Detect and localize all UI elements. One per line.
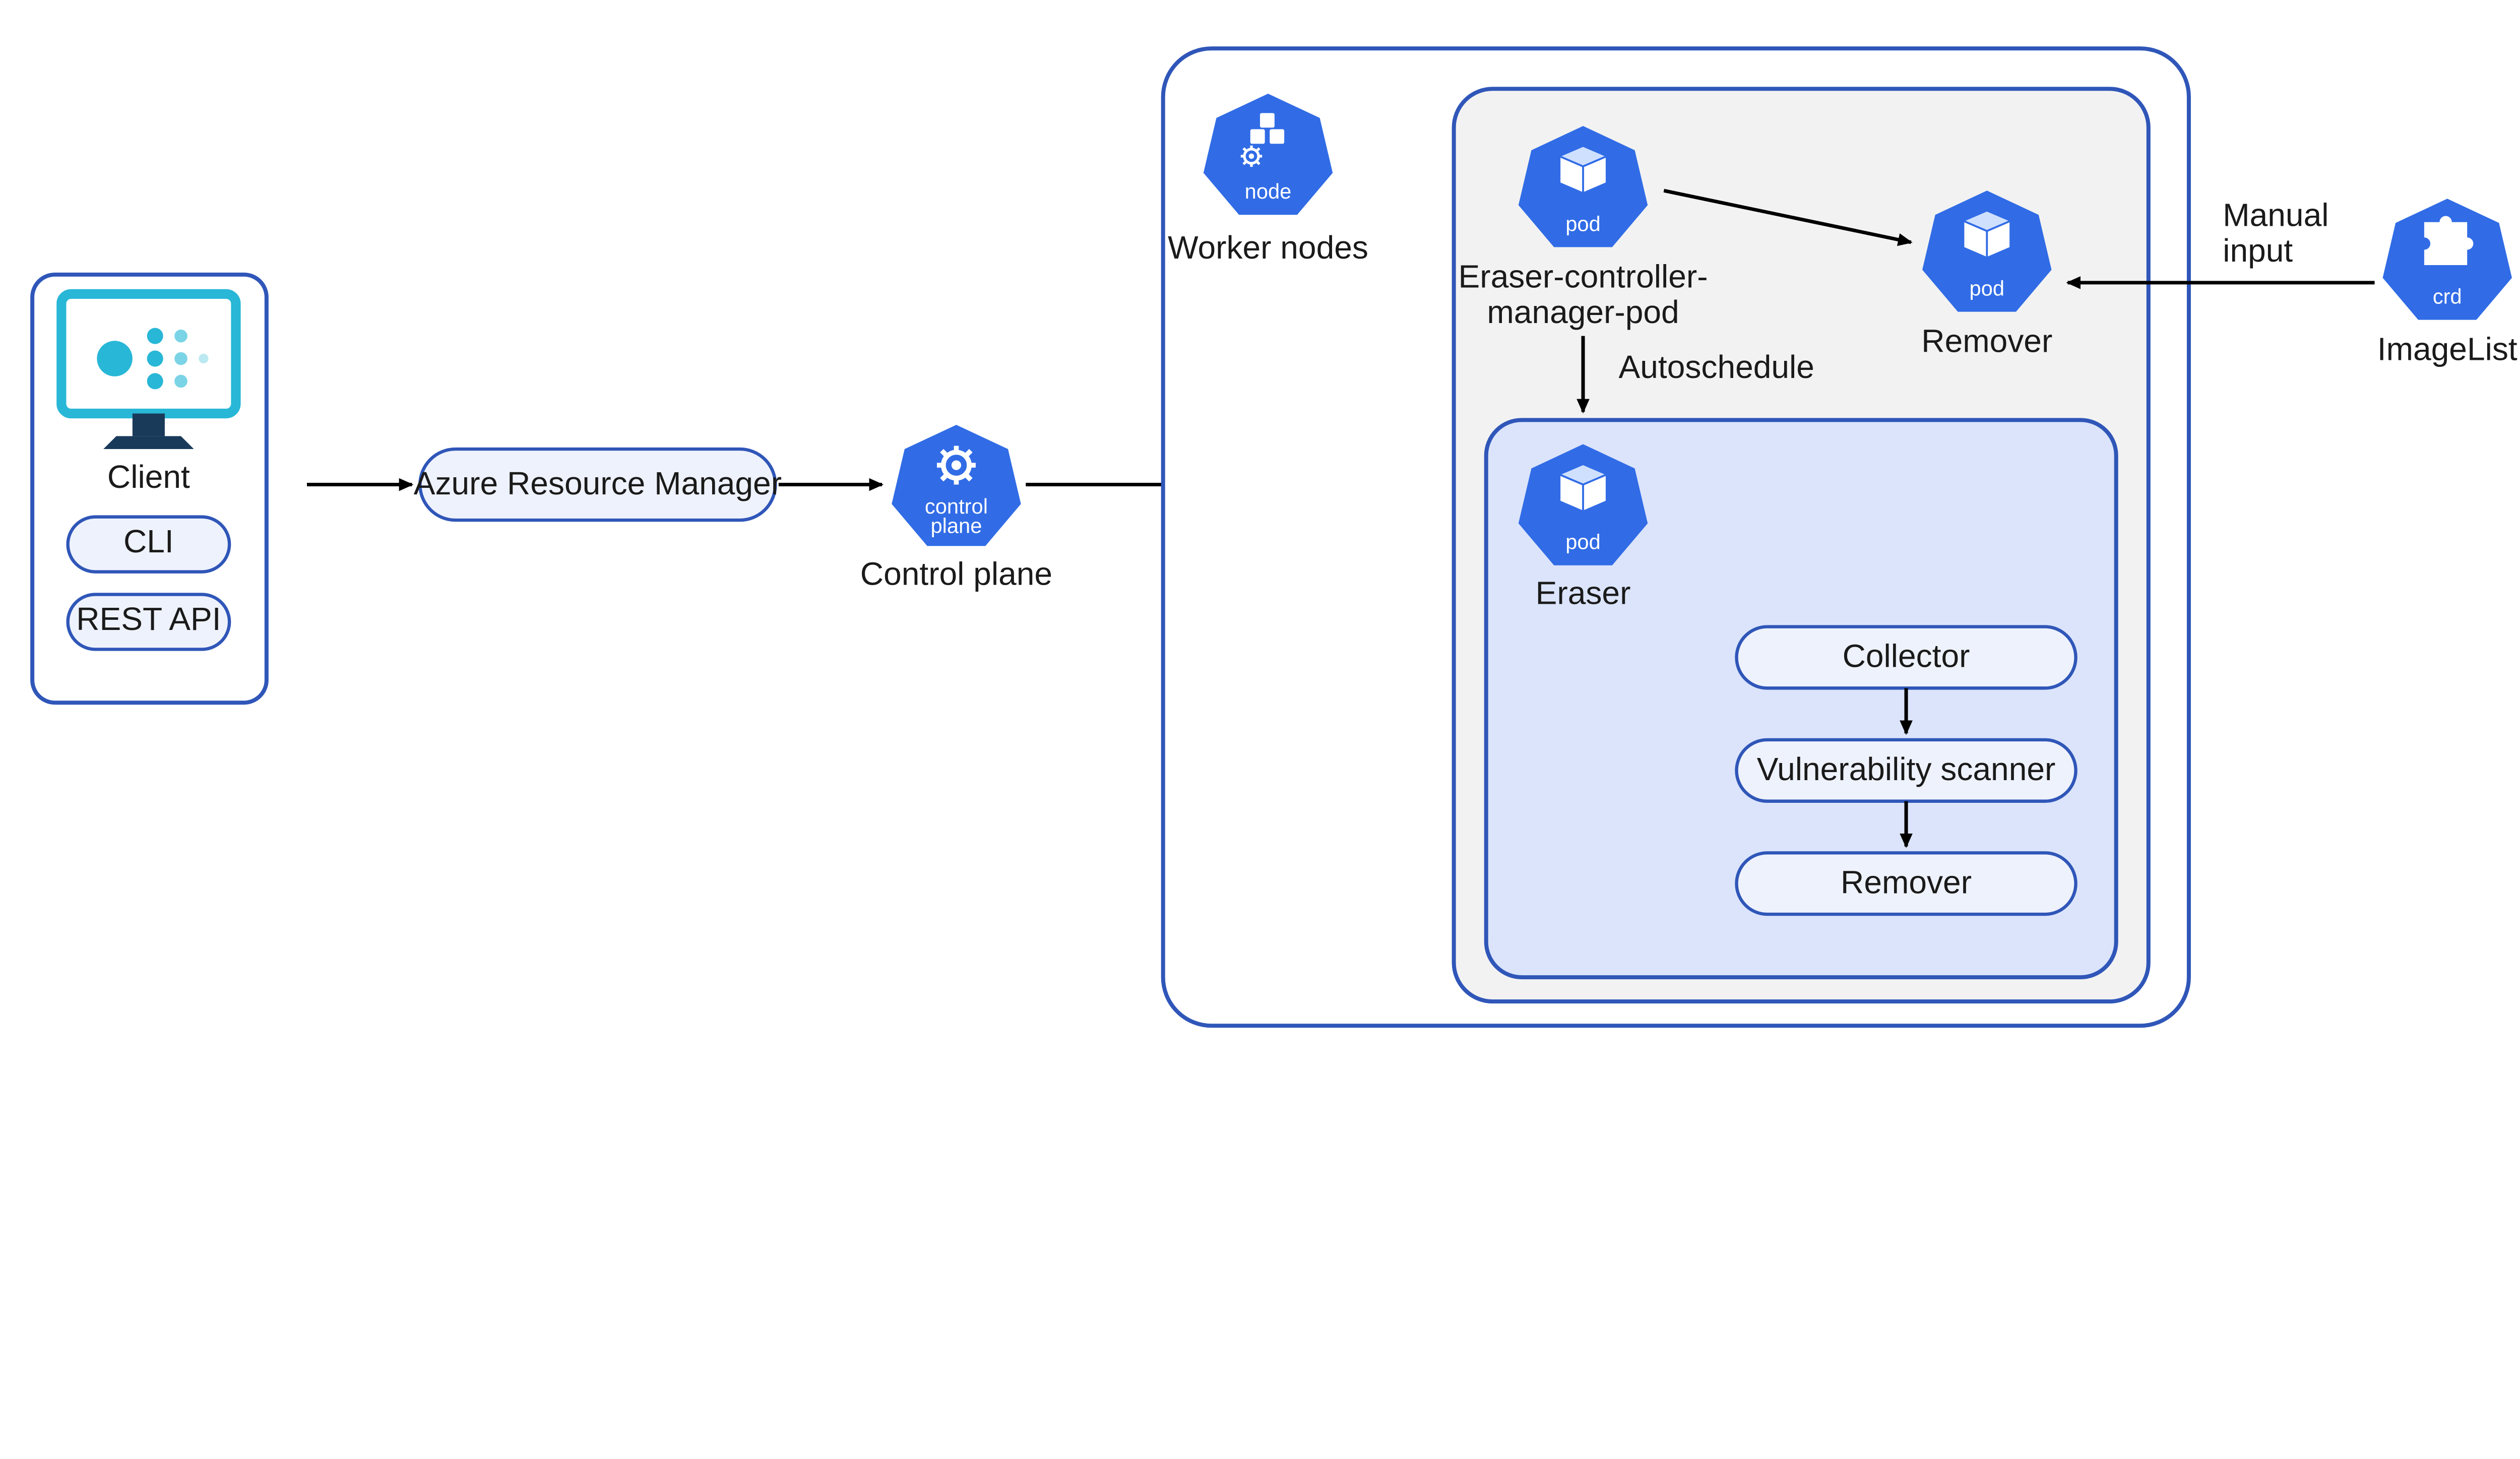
architecture-diagram: Client CLI REST API Azure Resource Manag… [0,0,2520,1050]
client-label: Client [107,459,190,495]
arm-label: Azure Resource Manager [414,465,782,501]
scanner-label: Vulnerability scanner [1757,751,2056,787]
control-plane-icon: control plane [892,425,1021,546]
eraser-controller-label-2: manager-pod [1487,294,1679,330]
svg-text:crd: crd [2433,285,2462,308]
eraser-controller-label-1: Eraser-controller- [1458,259,1708,295]
pipeline-remover-label: Remover [1841,864,1972,900]
svg-text:node: node [1245,179,1292,203]
svg-text:pod: pod [1565,212,1601,235]
control-plane-label: Control plane [860,555,1052,592]
client-group: Client CLI REST API [32,275,267,703]
client-restapi-label: REST API [76,601,221,637]
manual-input-label-2: input [2223,232,2293,269]
remover-label: Remover [1921,323,2052,359]
autoschedule-label: Autoschedule [1619,349,1814,385]
worker-nodes-label: Worker nodes [1168,229,1368,266]
imagelist-label: ImageList [2377,331,2517,367]
eraser-label: Eraser [1536,575,1631,611]
manual-input-label-1: Manual [2223,197,2328,233]
collector-label: Collector [1843,638,1970,674]
imagelist-crd-icon: crd [2383,199,2512,320]
svg-text:pod: pod [1565,530,1601,554]
svg-text:plane: plane [930,514,982,538]
client-cli-label: CLI [123,523,174,559]
svg-text:pod: pod [1970,277,2005,300]
